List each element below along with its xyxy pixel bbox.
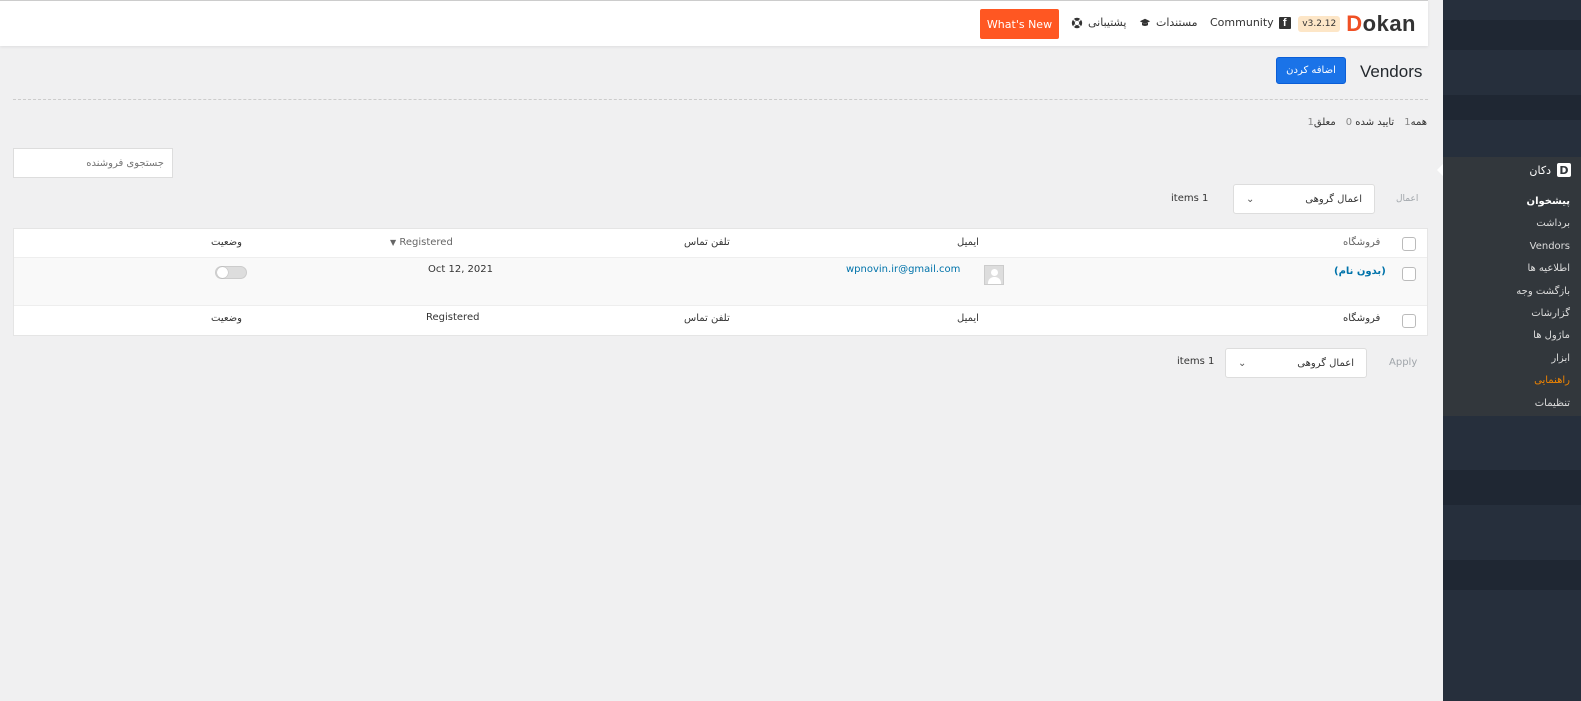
- dokan-submenu: دکان D پیشخوان برداشت Vendors اطلاعیه ها باز…: [1437, 157, 1581, 416]
- select-all-checkbox-footer[interactable]: [1402, 314, 1416, 328]
- community-link[interactable]: Community f: [1210, 16, 1291, 29]
- community-label: Community: [1210, 16, 1274, 29]
- status-filters: همه1 تایید شده 0 معلق1: [1307, 117, 1427, 128]
- dokan-menu-title: دکان: [1529, 163, 1551, 177]
- chevron-down-icon: ⌄: [1246, 193, 1255, 205]
- sidebar-item[interactable]: ماژول ها: [1443, 325, 1581, 347]
- sidebar-blurred-item: [1443, 560, 1581, 590]
- version-badge: v3.2.12: [1298, 16, 1341, 32]
- sidebar-item[interactable]: Vendors: [1443, 236, 1581, 258]
- footer-column-phone: تلفن تماس: [684, 313, 730, 324]
- toggle-knob: [217, 267, 228, 278]
- avatar-head-shape: [991, 269, 998, 276]
- sidebar-item[interactable]: برداشت: [1443, 213, 1581, 235]
- table-row: (بدون نام) wpnovin.ir@gmail.com Oct 12, …: [14, 258, 1427, 306]
- vendor-search-input[interactable]: [13, 148, 173, 178]
- facebook-icon: f: [1278, 16, 1291, 29]
- column-email: ایمیل: [957, 237, 979, 248]
- vendor-status-toggle[interactable]: [215, 266, 247, 279]
- brand: v3.2.12 Dokan: [1298, 11, 1416, 37]
- avatar-body-shape: [988, 277, 1001, 284]
- sidebar-item[interactable]: راهنمایی: [1443, 370, 1581, 392]
- sidebar-blurred-item: [1443, 470, 1581, 505]
- select-all-checkbox[interactable]: [1402, 237, 1416, 251]
- lifebuoy-icon: [1071, 17, 1083, 29]
- support-link[interactable]: پشتیبانی: [1071, 16, 1126, 29]
- title-divider: [13, 99, 1428, 100]
- dokan-menu-head[interactable]: دکان D: [1443, 157, 1581, 183]
- vendor-email-link[interactable]: wpnovin.ir@gmail.com: [846, 264, 960, 275]
- docs-link[interactable]: مستندات: [1139, 16, 1198, 29]
- column-store[interactable]: فروشگاه: [1343, 237, 1380, 248]
- dokan-logo-icon: D: [1557, 163, 1571, 177]
- filter-approved[interactable]: تایید شده 0: [1346, 117, 1395, 128]
- column-phone: تلفن تماس: [684, 237, 730, 248]
- items-count-bottom: items 1: [1177, 356, 1215, 367]
- sidebar-item[interactable]: تنظیمات: [1443, 393, 1581, 415]
- page-title: Vendors: [1360, 62, 1423, 81]
- sidebar-item[interactable]: پیشخوان: [1443, 191, 1581, 213]
- current-menu-pointer: [1437, 164, 1443, 176]
- bulk-apply-button-bottom[interactable]: Apply: [1389, 357, 1417, 368]
- add-vendor-button[interactable]: اضافه کردن: [1276, 57, 1346, 84]
- vendor-avatar: [984, 265, 1004, 285]
- support-label: پشتیبانی: [1088, 16, 1127, 29]
- items-count: items 1: [1171, 193, 1209, 204]
- sidebar-item[interactable]: ابزار: [1443, 348, 1581, 370]
- docs-label: مستندات: [1156, 16, 1198, 29]
- filter-pending[interactable]: معلق1: [1307, 117, 1335, 128]
- chevron-down-icon: ⌄: [1238, 357, 1247, 369]
- sidebar-blurred-item: [1443, 95, 1581, 120]
- dokan-submenu-list: پیشخوان برداشت Vendors اطلاعیه ها بازگشت وجه…: [1443, 183, 1581, 415]
- bulk-action-selected-bottom: اعمال گروهی: [1297, 357, 1354, 369]
- table-header-row: فروشگاه ایمیل تلفن تماس ▼ Registered وضع…: [14, 229, 1427, 258]
- whats-new-button[interactable]: What's New: [980, 9, 1059, 39]
- bulk-action-selected: اعمال گروهی: [1305, 193, 1362, 205]
- graduation-cap-icon: [1139, 17, 1151, 29]
- bulk-action-select[interactable]: ⌄ اعمال گروهی: [1233, 184, 1375, 214]
- footer-column-status: وضعیت: [211, 313, 242, 324]
- dokan-logo: Dokan: [1346, 11, 1416, 36]
- sidebar-item[interactable]: بازگشت وجه: [1443, 281, 1581, 303]
- bulk-action-select-bottom[interactable]: ⌄ اعمال گروهی: [1225, 348, 1367, 378]
- store-name-link[interactable]: (بدون نام): [1334, 266, 1386, 277]
- column-status: وضعیت: [211, 237, 242, 248]
- sidebar-item[interactable]: گزارشات: [1443, 303, 1581, 325]
- footer-column-email: ایمیل: [957, 313, 979, 324]
- table-footer-row: فروشگاه ایمیل تلفن تماس Registered وضعیت: [14, 306, 1427, 336]
- sidebar-item[interactable]: اطلاعیه ها: [1443, 258, 1581, 280]
- filter-all[interactable]: همه1: [1404, 117, 1427, 128]
- footer-column-store: فروشگاه: [1343, 313, 1381, 324]
- bulk-apply-button[interactable]: اعمال: [1396, 194, 1418, 204]
- dokan-header: v3.2.12 Dokan Community f مستندات پشتیبا…: [0, 0, 1428, 46]
- row-checkbox[interactable]: [1402, 267, 1416, 281]
- vendors-table: فروشگاه ایمیل تلفن تماس ▼ Registered وضع…: [13, 228, 1428, 336]
- vendor-registered-date: Oct 12, 2021: [428, 264, 493, 275]
- footer-column-registered: Registered: [426, 312, 480, 323]
- sidebar-blurred-item: [1443, 20, 1581, 50]
- column-registered[interactable]: ▼ Registered: [390, 237, 453, 248]
- sort-desc-icon: ▼: [390, 238, 397, 247]
